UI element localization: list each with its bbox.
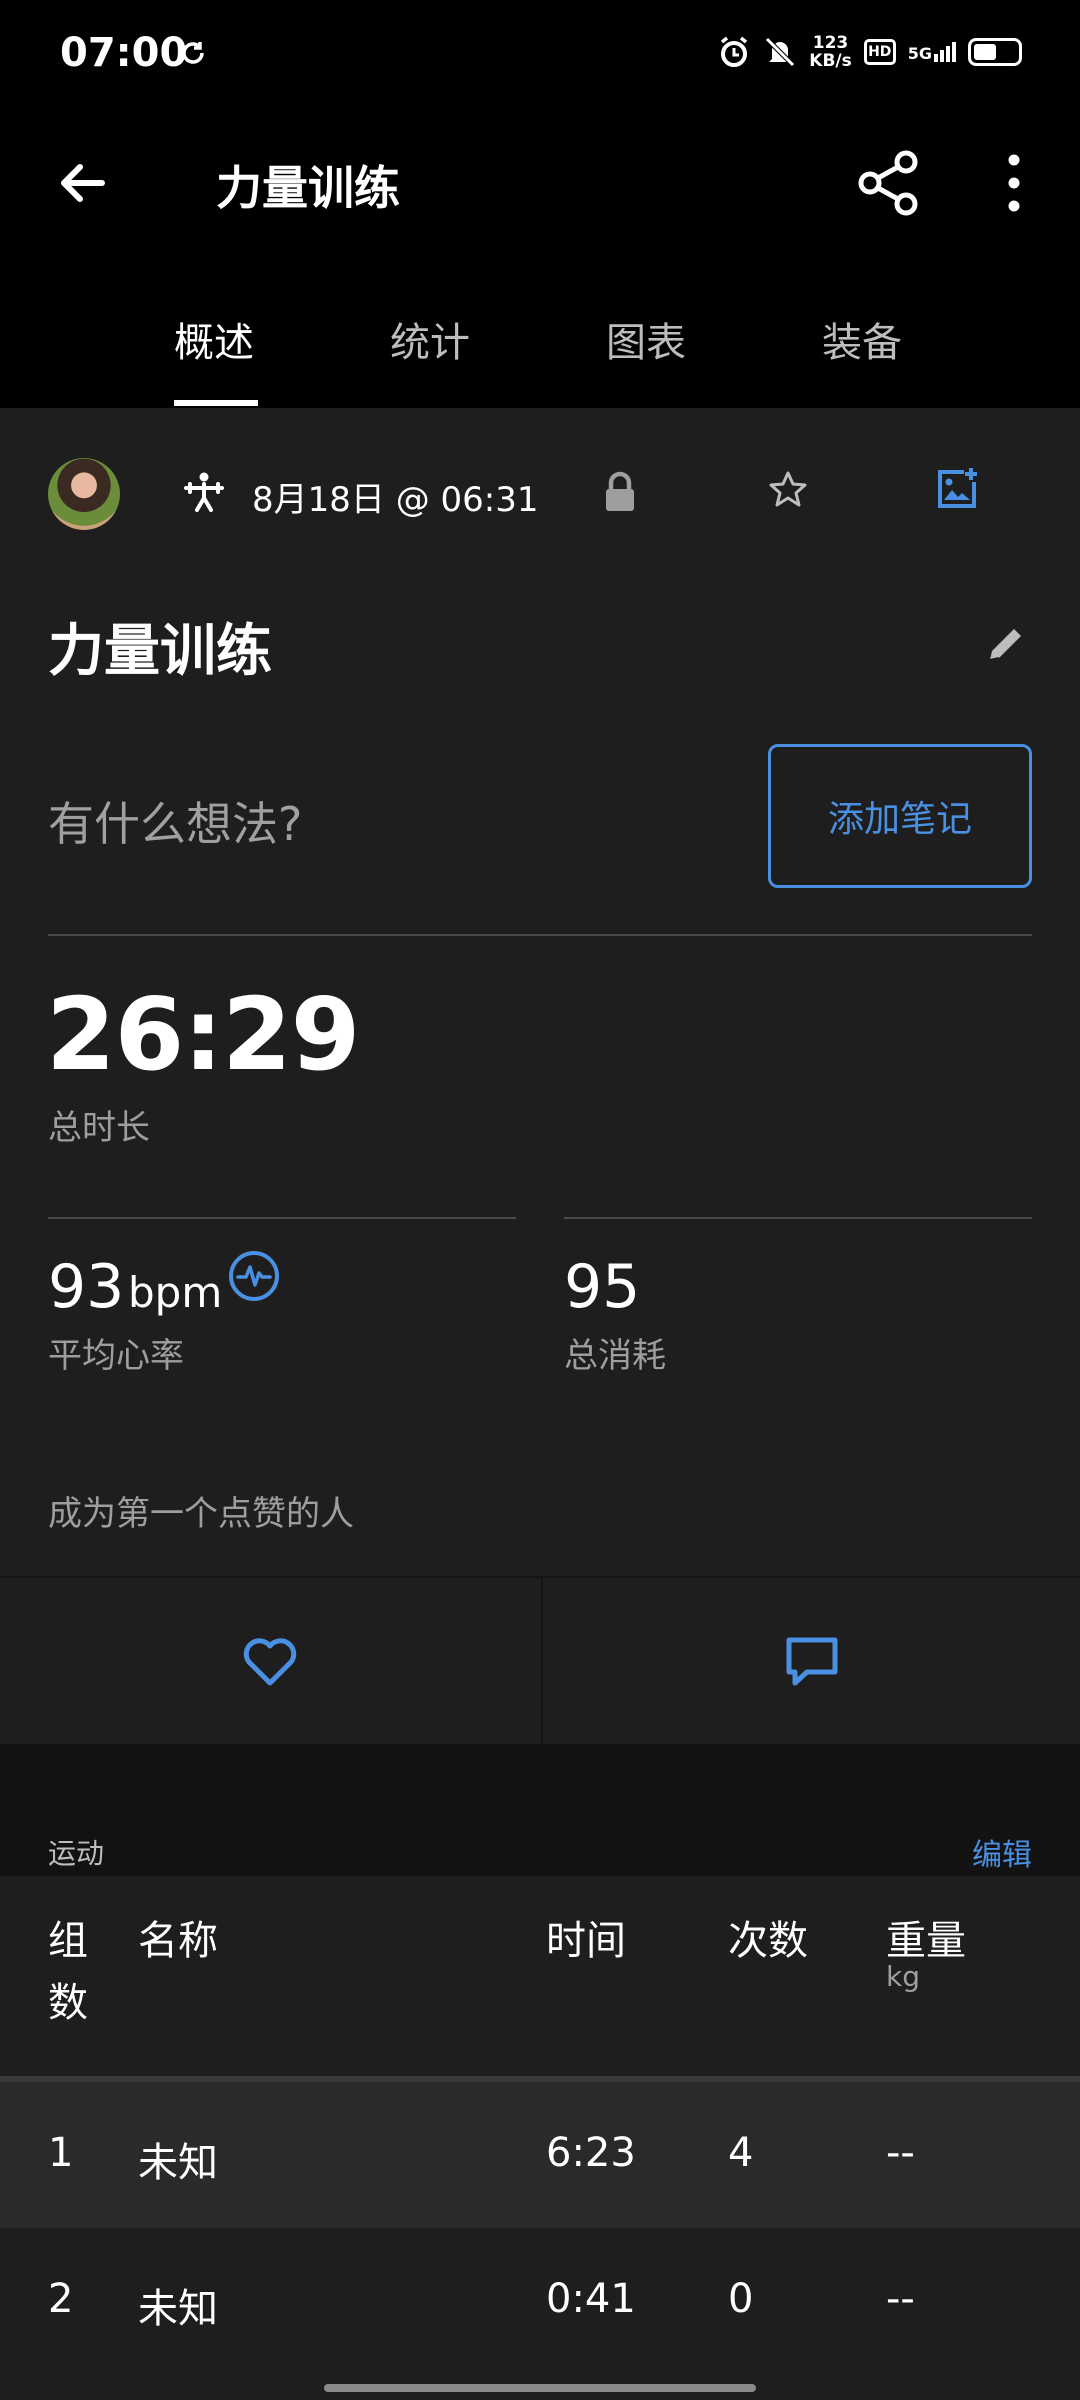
hd-badge: HD bbox=[863, 39, 896, 65]
cell-reps: 0 bbox=[728, 2276, 754, 2322]
table-row[interactable]: 1 未知 6:23 4 -- bbox=[0, 2082, 1080, 2228]
cell-set: 2 bbox=[48, 2276, 74, 2322]
total-calories-value: 95 bbox=[564, 1252, 641, 1322]
network-type: 5G bbox=[907, 44, 932, 63]
column-set-line2: 数 bbox=[48, 1980, 88, 2026]
network-speed: 123 KB/s bbox=[809, 34, 851, 70]
thoughts-placeholder[interactable]: 有什么想法? bbox=[48, 788, 302, 854]
activity-date: 8月18日 @ 06:31 bbox=[252, 480, 539, 520]
exercises-edit-button[interactable]: 编辑 bbox=[972, 1830, 1032, 1874]
heart-icon bbox=[243, 1638, 297, 1686]
star-icon[interactable] bbox=[766, 468, 810, 512]
speed-value: 123 bbox=[812, 33, 849, 53]
avg-heart-rate-value: 93 bbox=[48, 1252, 125, 1322]
avg-heart-rate-unit: bpm bbox=[128, 1268, 223, 1317]
column-name: 名称 bbox=[138, 1918, 218, 1964]
tab-bar: 概述 统计 图表 装备 bbox=[0, 252, 1080, 408]
comment-button[interactable] bbox=[541, 1578, 1080, 1746]
tab-charts[interactable]: 图表 bbox=[606, 310, 686, 368]
column-weight-unit: kg bbox=[886, 1960, 920, 1993]
total-duration-value: 26:29 bbox=[46, 976, 360, 1093]
total-duration-label: 总时长 bbox=[48, 1108, 150, 1148]
status-time: 07:00 bbox=[60, 30, 188, 76]
cell-name: 未知 bbox=[138, 2286, 218, 2332]
add-photo-icon[interactable] bbox=[934, 466, 980, 512]
exercises-section-label: 运动 bbox=[48, 1837, 105, 1870]
like-button[interactable] bbox=[0, 1578, 540, 1746]
cell-name: 未知 bbox=[138, 2140, 218, 2186]
strength-activity-icon bbox=[184, 472, 224, 512]
active-tab-indicator bbox=[174, 400, 258, 406]
mute-icon bbox=[765, 37, 796, 67]
total-calories-label: 总消耗 bbox=[564, 1336, 666, 1376]
speed-unit: KB/s bbox=[809, 51, 852, 71]
tab-gear[interactable]: 装备 bbox=[822, 310, 902, 368]
divider bbox=[48, 934, 1032, 936]
first-like-text: 成为第一个点赞的人 bbox=[48, 1494, 354, 1534]
column-reps: 次数 bbox=[728, 1918, 808, 1964]
cell-weight: -- bbox=[886, 2130, 915, 2176]
cell-weight: -- bbox=[886, 2276, 915, 2322]
home-indicator[interactable] bbox=[324, 2384, 756, 2392]
cell-time: 6:23 bbox=[546, 2130, 636, 2176]
heart-rate-icon[interactable] bbox=[228, 1250, 280, 1302]
activity-meta-row: 8月18日 @ 06:31 bbox=[0, 408, 1080, 578]
lock-icon[interactable] bbox=[600, 470, 640, 514]
exercise-table-header: 组 数 名称 时间 次数 重量 kg bbox=[0, 1878, 1080, 2078]
more-options-icon[interactable] bbox=[996, 148, 1032, 218]
exercises-section-header bbox=[0, 1746, 1080, 1876]
signal-icon: 5G bbox=[908, 42, 956, 62]
status-icons: 123 KB/s HD 5G bbox=[717, 34, 1022, 70]
social-action-bar bbox=[0, 1576, 1080, 1746]
app-title: 力量训练 bbox=[216, 161, 400, 215]
divider bbox=[48, 1217, 516, 1219]
comment-icon bbox=[786, 1637, 837, 1686]
cell-time: 0:41 bbox=[546, 2276, 636, 2322]
edit-pencil-icon[interactable] bbox=[984, 622, 1028, 666]
cell-set: 1 bbox=[48, 2130, 74, 2176]
divider bbox=[564, 1217, 1032, 1219]
alarm-icon bbox=[721, 36, 748, 67]
add-note-button[interactable]: 添加笔记 bbox=[768, 744, 1032, 888]
avg-heart-rate-label: 平均心率 bbox=[48, 1336, 184, 1376]
column-weight: 重量 bbox=[886, 1918, 966, 1964]
back-arrow-icon[interactable] bbox=[50, 148, 120, 218]
table-row[interactable]: 2 未知 0:41 0 -- bbox=[0, 2228, 1080, 2374]
activity-title: 力量训练 bbox=[48, 619, 272, 684]
battery-icon bbox=[968, 38, 1022, 66]
status-bar: 07:00 123 KB/s HD 5G bbox=[0, 0, 1080, 112]
tab-stats[interactable]: 统计 bbox=[390, 310, 470, 368]
app-bar: 力量训练 bbox=[0, 112, 1080, 252]
avatar[interactable] bbox=[48, 458, 120, 530]
tab-overview[interactable]: 概述 bbox=[174, 310, 254, 368]
column-set-line1: 组 bbox=[48, 1918, 88, 1964]
column-time: 时间 bbox=[546, 1918, 626, 1964]
share-icon[interactable] bbox=[856, 148, 922, 218]
cell-reps: 4 bbox=[728, 2130, 754, 2176]
sync-icon bbox=[182, 42, 204, 64]
